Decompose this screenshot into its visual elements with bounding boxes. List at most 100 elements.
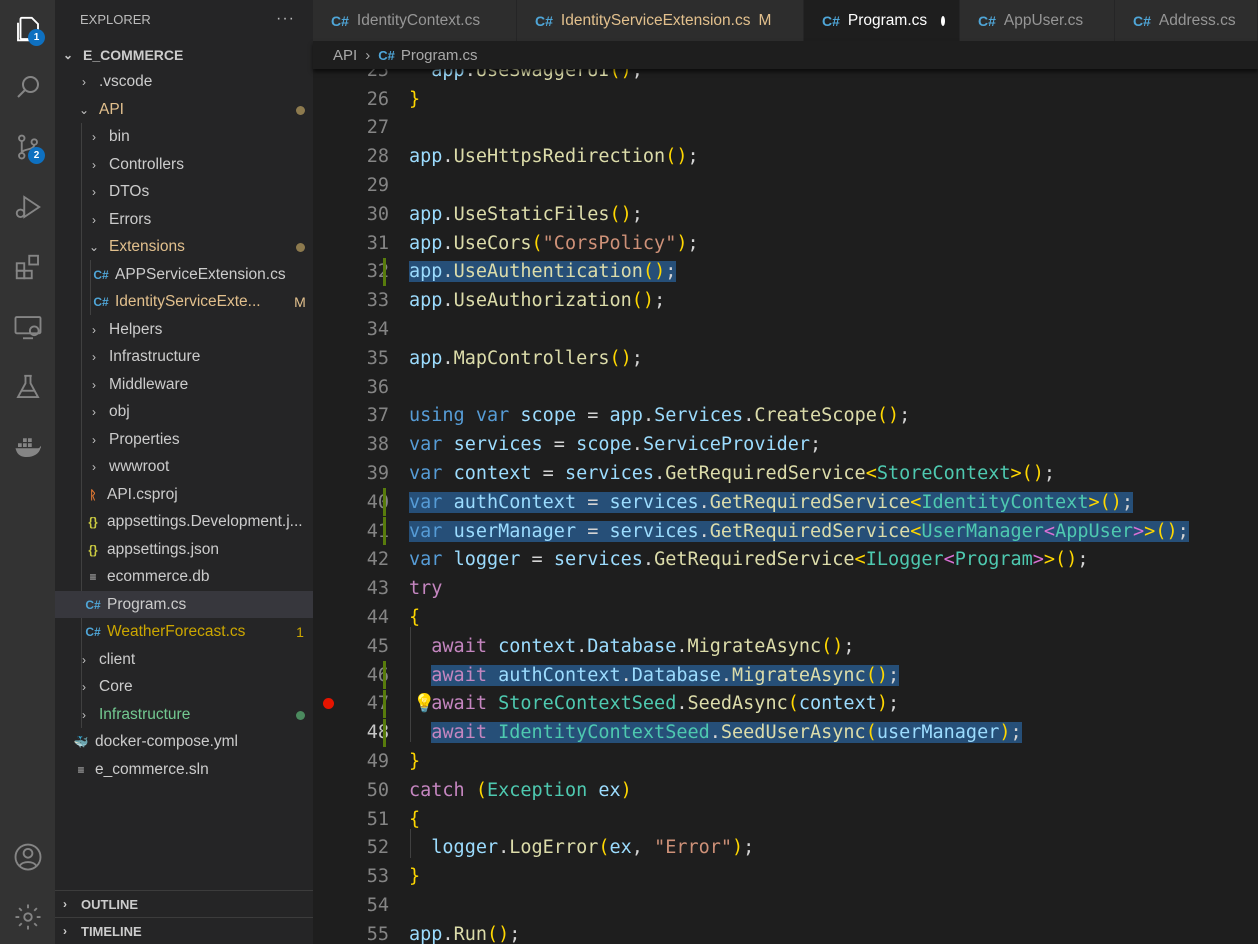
tree-folder-wwwroot[interactable]: › wwwroot <box>55 453 313 480</box>
line-number: 32 <box>366 261 389 283</box>
code-line[interactable]: 29 <box>313 171 1258 200</box>
search-icon[interactable] <box>0 62 55 112</box>
code-line[interactable]: 45 await context.Database.MigrateAsync()… <box>313 632 1258 661</box>
tree-folder-api[interactable]: ⌄ API <box>55 96 313 123</box>
code-line[interactable]: 37 using var scope = app.Services.CreateS… <box>313 402 1258 431</box>
source-control-icon[interactable]: 2 <box>0 122 55 172</box>
git-added-gutter[interactable] <box>383 689 386 718</box>
tree-folder-vscode[interactable]: › .vscode <box>55 68 313 95</box>
settings-gear-icon[interactable] <box>0 892 55 942</box>
tree-folder-bin[interactable]: › bin <box>55 123 313 150</box>
testing-icon[interactable] <box>0 362 55 412</box>
code-line[interactable]: 41 var userManager = services.GetRequired… <box>313 517 1258 546</box>
unsaved-dot-icon[interactable] <box>941 15 945 26</box>
tree-root-e-commerce[interactable]: ⌄ E_COMMERCE <box>55 41 313 68</box>
line-number: 43 <box>366 578 389 600</box>
outline-section[interactable]: › OUTLINE <box>55 890 313 917</box>
tree-file-weatherforecast[interactable]: C# WeatherForecast.cs 1 <box>55 618 313 645</box>
code-line[interactable]: 50 catch (Exception ex) <box>313 776 1258 805</box>
code-line[interactable]: 30 app.UseStaticFiles(); <box>313 200 1258 229</box>
git-added-gutter[interactable] <box>383 718 386 747</box>
tree-file-appsettings[interactable]: {} appsettings.json <box>55 536 313 563</box>
git-added-gutter[interactable] <box>383 488 386 517</box>
timeline-section[interactable]: › TIMELINE <box>55 917 313 944</box>
line-number: 35 <box>366 347 389 369</box>
code-line[interactable]: 31 app.UseCors("CorsPolicy"); <box>313 229 1258 258</box>
breadcrumb-folder[interactable]: API <box>333 47 357 64</box>
code-line[interactable]: 48 await IdentityContextSeed.SeedUserAsy… <box>313 718 1258 747</box>
git-added-gutter[interactable] <box>383 257 386 286</box>
more-actions-button[interactable]: ··· <box>276 10 295 28</box>
tree-folder-infrastructure[interactable]: › Infrastructure <box>55 343 313 370</box>
tree-file-appsettings-development[interactable]: {} appsettings.Development.j... <box>55 508 313 535</box>
run-debug-icon[interactable] <box>0 182 55 232</box>
tree-folder-core[interactable]: › Core <box>55 673 313 700</box>
line-number: 48 <box>366 722 389 744</box>
line-number: 27 <box>366 117 389 139</box>
tab-identityserviceextension[interactable]: C# IdentityServiceExtension.cs M <box>517 0 804 41</box>
code-line[interactable]: 43 try <box>313 574 1258 603</box>
code-line[interactable]: 51 { <box>313 805 1258 834</box>
code-line[interactable]: 38 var services = scope.ServiceProvider; <box>313 430 1258 459</box>
tree-file-solution[interactable]: ≡ e_commerce.sln <box>55 756 313 783</box>
code-line[interactable]: 42 var logger = services.GetRequiredServi… <box>313 546 1258 575</box>
code-text: app.Run(); <box>409 923 521 944</box>
code-line[interactable]: 35 app.MapControllers(); <box>313 344 1258 373</box>
docker-icon[interactable] <box>0 422 55 472</box>
code-line[interactable]: 44 { <box>313 603 1258 632</box>
git-added-gutter[interactable] <box>383 517 386 546</box>
tree-folder-errors[interactable]: › Errors <box>55 206 313 233</box>
code-editor[interactable]: 25 app.UseSwaggerUI(); 26} 27 28 app.UseHttp… <box>313 69 1258 944</box>
line-number: 54 <box>366 895 389 917</box>
account-icon[interactable] <box>0 832 55 882</box>
tab-program[interactable]: C# Program.cs <box>804 0 960 41</box>
code-line[interactable]: 25 app.UseSwaggerUI(); <box>313 69 1258 85</box>
code-line[interactable]: 47 💡 await StoreContextSeed.SeedAsync(con… <box>313 689 1258 719</box>
tree-folder-dtos[interactable]: › DTOs <box>55 178 313 205</box>
line-number: 31 <box>366 232 389 254</box>
code-line[interactable]: 49} <box>313 747 1258 776</box>
code-line[interactable]: 36 <box>313 373 1258 402</box>
code-line[interactable]: 52 logger.LogError(ex, "Error"); <box>313 834 1258 863</box>
extensions-icon[interactable] <box>0 242 55 292</box>
code-line[interactable]: 55 app.Run(); <box>313 920 1258 944</box>
tree-file-docker-compose[interactable]: 🐳 docker-compose.yml <box>55 728 313 755</box>
code-text: await IdentityContextSeed.SeedUserAsync(… <box>431 722 1022 744</box>
tab-identitycontext[interactable]: C# IdentityContext.cs <box>313 0 517 41</box>
tree-file-appserviceextension[interactable]: C# APPServiceExtension.cs <box>55 261 313 288</box>
tree-folder-extensions[interactable]: ⌄ Extensions <box>55 233 313 260</box>
chevron-right-icon: › <box>82 679 86 694</box>
tree-folder-controllers[interactable]: › Controllers <box>55 151 313 178</box>
explorer-icon[interactable]: 1 <box>0 4 55 54</box>
git-added-gutter[interactable] <box>383 661 386 690</box>
tab-appuser[interactable]: C# AppUser.cs <box>960 0 1115 41</box>
breadcrumb-file[interactable]: Program.cs <box>401 47 478 64</box>
code-line[interactable]: 39 var context = services.GetRequiredServ… <box>313 459 1258 488</box>
tree-folder-properties[interactable]: › Properties <box>55 426 313 453</box>
code-line[interactable]: 28 app.UseHttpsRedirection(); <box>313 142 1258 171</box>
tree-folder-client[interactable]: › client <box>55 646 313 673</box>
tree-folder-helpers[interactable]: › Helpers <box>55 316 313 343</box>
tree-file-api-csproj[interactable]: ᚱ API.csproj <box>55 481 313 508</box>
code-line[interactable]: 34 <box>313 315 1258 344</box>
code-line[interactable]: 33 app.UseAuthorization(); <box>313 286 1258 315</box>
tree-file-identityserviceextension[interactable]: C# IdentityServiceExte... M <box>55 288 313 315</box>
tree-folder-obj[interactable]: › obj <box>55 398 313 425</box>
remote-explorer-icon[interactable] <box>0 302 55 352</box>
code-line[interactable]: 32 app.UseAuthentication(); <box>313 257 1258 287</box>
chevron-right-icon: › <box>82 74 86 89</box>
code-line[interactable]: 46 await authContext.Database.MigrateAsy… <box>313 661 1258 690</box>
code-line[interactable]: 26} <box>313 85 1258 114</box>
tree-file-ecommerce-db[interactable]: ≡ ecommerce.db <box>55 563 313 590</box>
tab-address[interactable]: C# Address.cs <box>1115 0 1258 41</box>
line-number: 41 <box>366 520 389 542</box>
code-line[interactable]: 54 <box>313 891 1258 920</box>
chevron-right-icon: › <box>365 46 371 64</box>
tree-file-program-cs[interactable]: C# Program.cs <box>55 591 313 618</box>
tree-folder-infrastructure-root[interactable]: › Infrastructure <box>55 701 313 728</box>
tree-folder-middleware[interactable]: › Middleware <box>55 371 313 398</box>
code-line[interactable]: 40 var authContext = services.GetRequired… <box>313 488 1258 517</box>
code-text: await context.Database.MigrateAsync(); <box>431 635 855 657</box>
code-line[interactable]: 53} <box>313 862 1258 891</box>
code-line[interactable]: 27 <box>313 114 1258 143</box>
